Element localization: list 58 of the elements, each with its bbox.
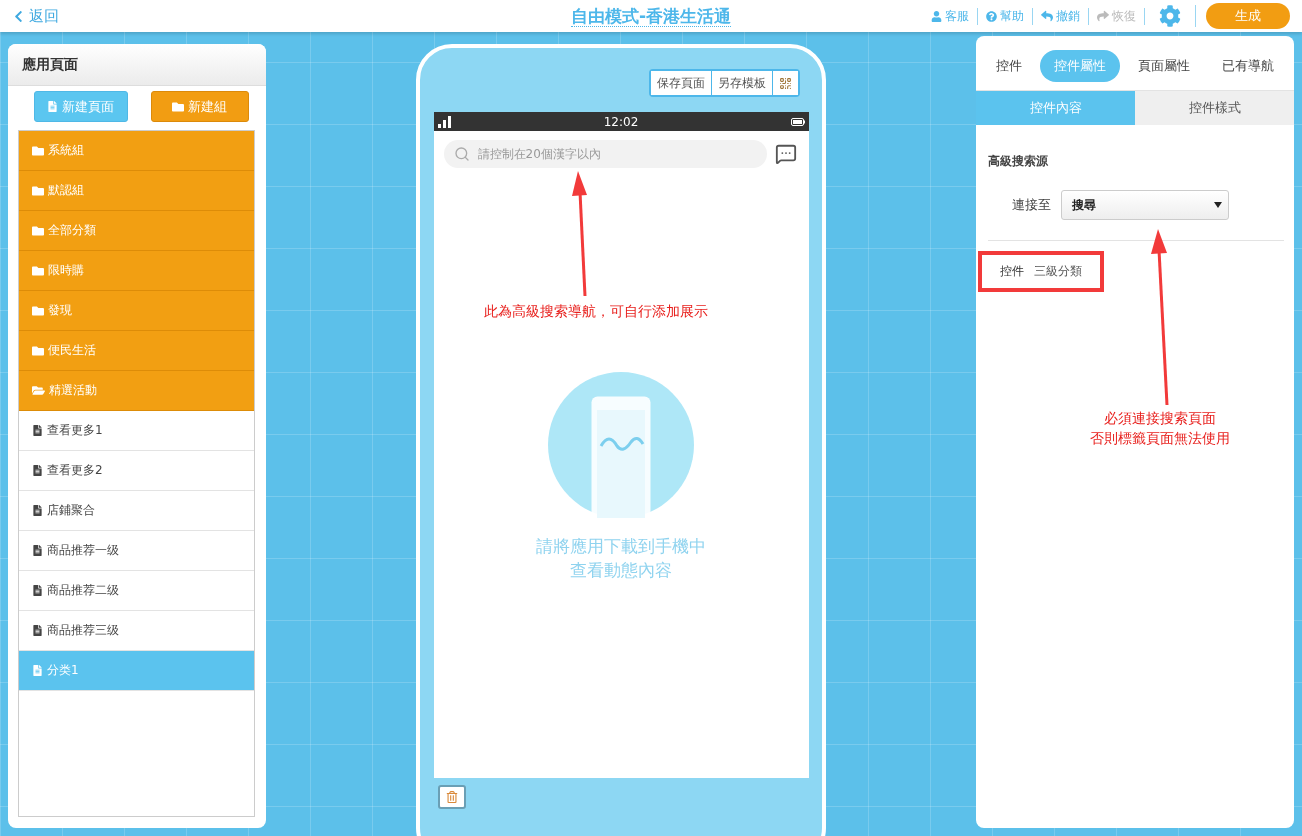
generate-button[interactable]: 生成 [1206, 3, 1290, 29]
annotation-text: 此為高級搜索導航，可自行添加展示 [484, 302, 708, 321]
document-icon [32, 625, 43, 636]
redo-icon [1097, 10, 1109, 22]
battery-icon [790, 117, 805, 126]
signal-icon [437, 115, 452, 128]
section-title: 高級搜索源 [988, 153, 1049, 170]
undo-icon [1041, 10, 1053, 22]
annotation-text: 必須連接搜索頁面 否則標籤頁面無法使用 [1090, 409, 1230, 448]
user-link[interactable]: 客服 [923, 7, 978, 25]
help-icon [986, 10, 997, 22]
document-icon [32, 465, 43, 476]
panel-title: 應用頁面 [22, 55, 78, 74]
document-icon [32, 425, 43, 436]
group-item[interactable]: 默認組 [19, 171, 254, 211]
sub-tab[interactable]: 控件樣式 [1135, 91, 1294, 125]
empty-state-text: 請將應用下載到手機中 [536, 535, 706, 558]
panel-tab[interactable]: 控件 [982, 50, 1036, 82]
document-icon [32, 545, 43, 556]
save-page-button[interactable]: 保存頁面 [651, 71, 712, 95]
control-value: 三級分類 [1034, 263, 1082, 280]
search-field[interactable]: 請控制在20個漢字以內 [443, 140, 767, 168]
control-label: 控件 [1000, 263, 1024, 280]
window-title: 自由模式-香港生活通 [570, 5, 732, 27]
undo-link[interactable]: 撤銷 [1033, 7, 1089, 25]
panel-tab[interactable]: 已有導航 [1208, 50, 1288, 82]
panel-tab[interactable]: 控件屬性 [1040, 50, 1120, 82]
empty-state-text: 查看動態內容 [570, 559, 672, 582]
chevron-left-icon [12, 9, 25, 23]
folder-icon [172, 100, 184, 113]
link-label: 連接至 [1012, 196, 1051, 214]
document-icon [32, 505, 43, 516]
settings-icon[interactable] [1159, 5, 1181, 27]
new-group-button[interactable]: 新建組 [150, 91, 249, 122]
group-item[interactable]: 精選活動 [19, 371, 254, 411]
group-item[interactable]: 系統組 [19, 131, 254, 171]
search-icon [453, 146, 470, 162]
group-item[interactable]: 全部分類 [19, 211, 254, 251]
document-icon [32, 665, 43, 676]
group-item[interactable]: 便民生活 [19, 331, 254, 371]
qr-code-icon [779, 76, 792, 90]
link-select[interactable]: 搜尋 [1061, 190, 1229, 220]
sub-tab[interactable]: 控件內容 [976, 91, 1135, 125]
status-time: 12:02 [603, 114, 639, 129]
back-link[interactable]: 返回 [12, 6, 59, 26]
chat-icon[interactable] [774, 143, 797, 165]
user-icon [931, 10, 942, 22]
document-icon [47, 101, 58, 112]
panel-tab[interactable]: 頁面屬性 [1124, 50, 1204, 82]
new-page-button[interactable]: 新建頁面 [33, 91, 128, 122]
document-icon [32, 585, 43, 596]
group-item[interactable]: 限時購 [19, 251, 254, 291]
trash-icon [446, 791, 458, 803]
group-item[interactable]: 發現 [19, 291, 254, 331]
page-item[interactable]: 分类1 [19, 651, 254, 691]
caret-icon [1214, 202, 1222, 208]
help-link[interactable]: 幫助 [978, 7, 1033, 25]
delete-button[interactable] [438, 785, 466, 809]
